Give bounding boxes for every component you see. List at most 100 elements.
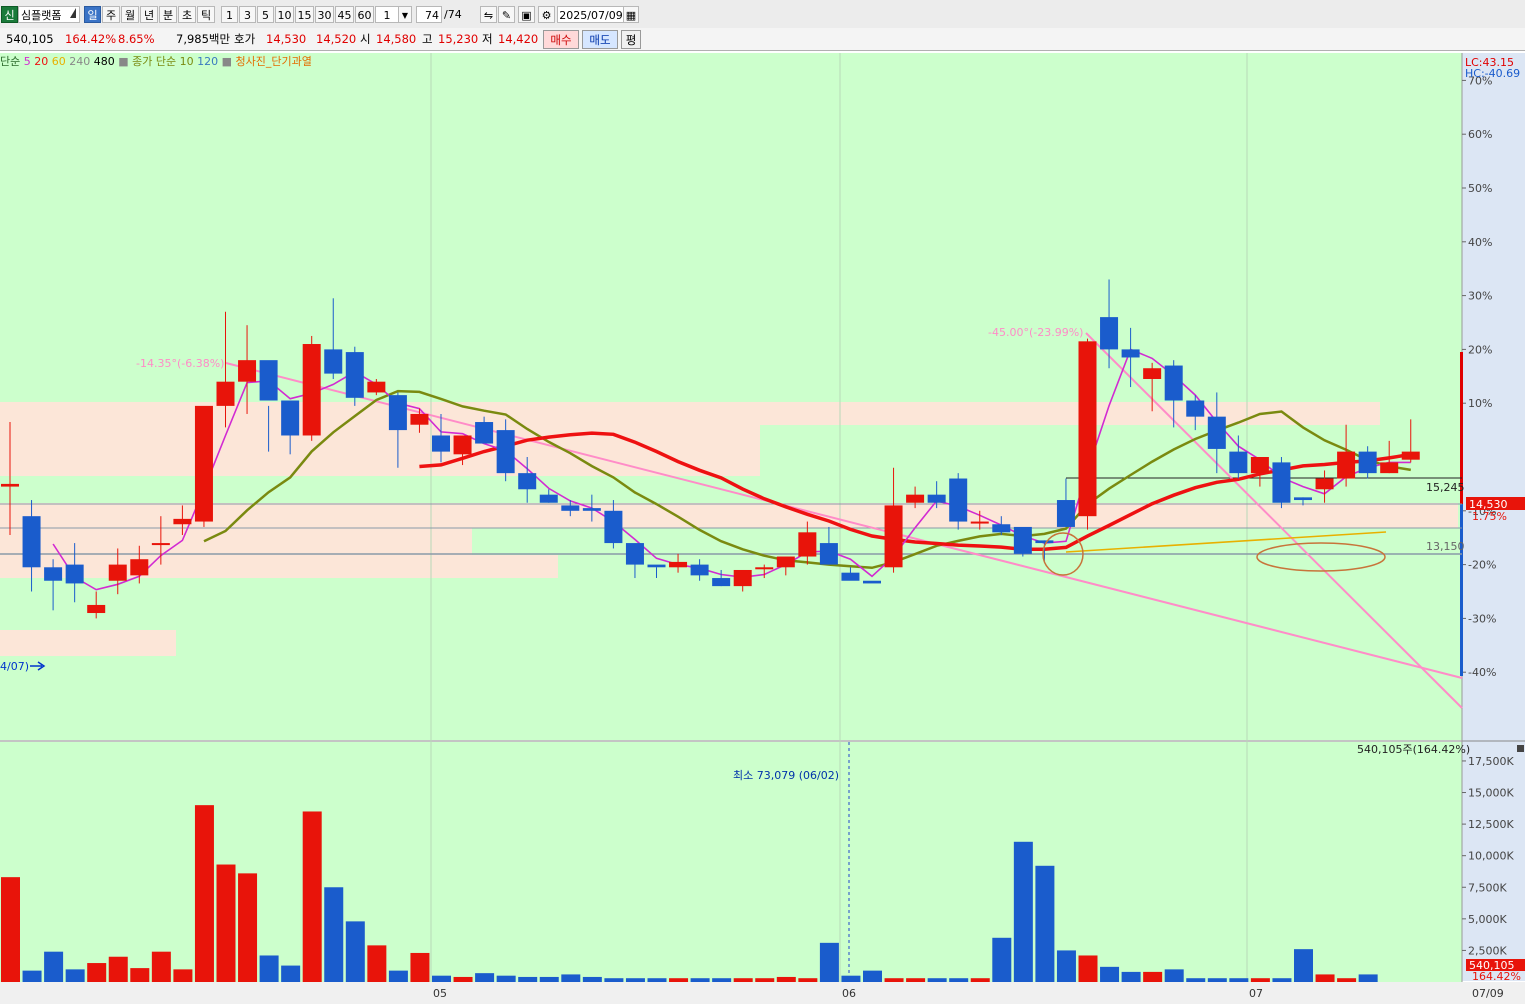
candle-body-9 [194,405,213,522]
tool-icon-a[interactable]: ⇋ [480,6,497,23]
y-tick-label-5: 30% [1468,290,1492,303]
candle-body-61 [1315,478,1334,490]
volume-bar-48 [1035,865,1055,982]
period-button-4[interactable]: 분 [159,6,177,23]
volume-bar-10 [216,864,236,982]
candle-body-57 [1229,451,1248,474]
period-button-6[interactable]: 틱 [197,6,215,23]
y-tick-label-10: -30% [1468,612,1496,625]
volume-bar-3 [65,969,85,982]
candle-body-45 [970,521,989,524]
candle-body-56 [1207,416,1226,449]
legend-item-10: ■ [222,55,236,68]
period-button-2[interactable]: 월 [121,6,139,23]
candle-body-26 [561,505,580,511]
interval-button-60[interactable]: 60 [355,6,374,23]
interval-button-3[interactable]: 3 [239,6,256,23]
candle-body-0 [1,483,19,487]
volume-bar-33 [712,978,732,982]
volume-bar-42 [906,978,926,982]
annotation-angle-2: -45.00°(-23.99%) [988,326,1083,339]
low-price: 14,420 [498,32,539,46]
interval-button-5[interactable]: 5 [257,6,274,23]
stock-search-icon[interactable] [70,8,76,18]
resistance-zone-2 [0,503,1458,528]
candle-body-25 [539,494,558,503]
buy-button[interactable]: 매수 [543,30,579,49]
vol-tick-label-4: 7,500K [1468,881,1507,894]
volume-bar-57 [1229,978,1249,982]
legend-item-4: 240 [69,55,94,68]
save-icon[interactable]: ▣ [518,6,535,23]
volume-bar-47 [1013,841,1033,982]
y-tick-label-9: -20% [1468,559,1496,572]
period-button-1[interactable]: 주 [102,6,120,23]
low-label: 저 [482,32,493,46]
volume-bar-35 [755,978,775,982]
volume-bar-34 [733,978,753,982]
open-label: 시 [360,32,371,46]
candle-body-41 [884,505,903,568]
interval-select[interactable]: 1 [375,6,399,23]
volume-bar-20 [432,975,451,982]
candle-body-33 [712,578,731,587]
draw-tool-icon[interactable]: ✎ [498,6,515,23]
interval-button-15[interactable]: 15 [295,6,314,23]
period-button-3[interactable]: 년 [140,6,158,23]
volume-bar-9 [194,805,214,982]
calendar-icon[interactable]: ▦ [623,6,639,23]
candle-body-6 [130,559,149,576]
volume-bar-14 [302,811,322,982]
quote-bar: 540,105 164.42% 8.65% 7,985백만 호가 14,530 … [0,28,1525,51]
volume-bar-32 [690,978,710,982]
sell-button[interactable]: 매도 [582,30,618,49]
interval-dropdown-icon[interactable]: ▼ [398,6,412,23]
interval-button-30[interactable]: 30 [315,6,334,23]
candle-body-19 [410,413,429,425]
date-field[interactable]: 2025/07/09 [557,6,625,23]
volume-bar-36 [776,976,796,982]
volume-bar-22 [475,973,495,982]
candle-body-8 [173,518,192,525]
chart-toolbar: 신 심플랫폼 일주월년분초틱 1 3 5 10 15 30 45 60 1 ▼ 74 /74 … [0,0,1525,29]
ask-price: 14,530 [266,32,307,46]
candle-body-60 [1294,497,1312,501]
volume-bar-5 [108,956,128,982]
volume-bar-30 [647,978,667,982]
candle-body-27 [582,508,601,511]
volume-bar-29 [625,978,645,982]
interval-button-1[interactable]: 1 [221,6,238,23]
volume-bar-43 [927,978,947,982]
interval-button-10[interactable]: 10 [275,6,294,23]
volume-bar-40 [863,970,882,982]
vol-tick-label-0: 17,500K [1468,755,1514,768]
candle-body-21 [453,435,472,455]
period-button-0[interactable]: 일 [84,6,101,23]
volume-bar-7 [151,951,171,982]
legend-item-7: 종가 단순 [132,55,179,68]
candle-body-64 [1380,462,1399,474]
period-button-5[interactable]: 초 [178,6,196,23]
candle-body-55 [1186,400,1205,417]
candle-body-43 [927,494,946,503]
candle-body-28 [604,510,623,544]
gear-icon[interactable]: ⚙ [538,6,555,23]
interval-button-45[interactable]: 45 [335,6,354,23]
candle-body-46 [992,524,1011,533]
eval-button[interactable]: 평 [621,30,641,49]
volume-bar-46 [992,937,1012,982]
volume-bar-44 [949,978,969,982]
volume-bar-53 [1143,971,1163,982]
legend-item-2: 20 [34,55,52,68]
count-field[interactable]: 74 [416,6,442,23]
market-badge: 신 [1,6,18,23]
legend-item-1: 5 [24,55,35,68]
volume-bar-49 [1056,950,1076,982]
candle-body-39 [841,572,860,581]
volume-bar-62 [1337,978,1357,982]
legend-item-8: 10 [180,55,198,68]
candle-body-15 [324,349,343,374]
candle-body-51 [1100,317,1119,350]
volume-bar-19 [410,952,430,982]
volume-bar-52 [1121,971,1141,982]
